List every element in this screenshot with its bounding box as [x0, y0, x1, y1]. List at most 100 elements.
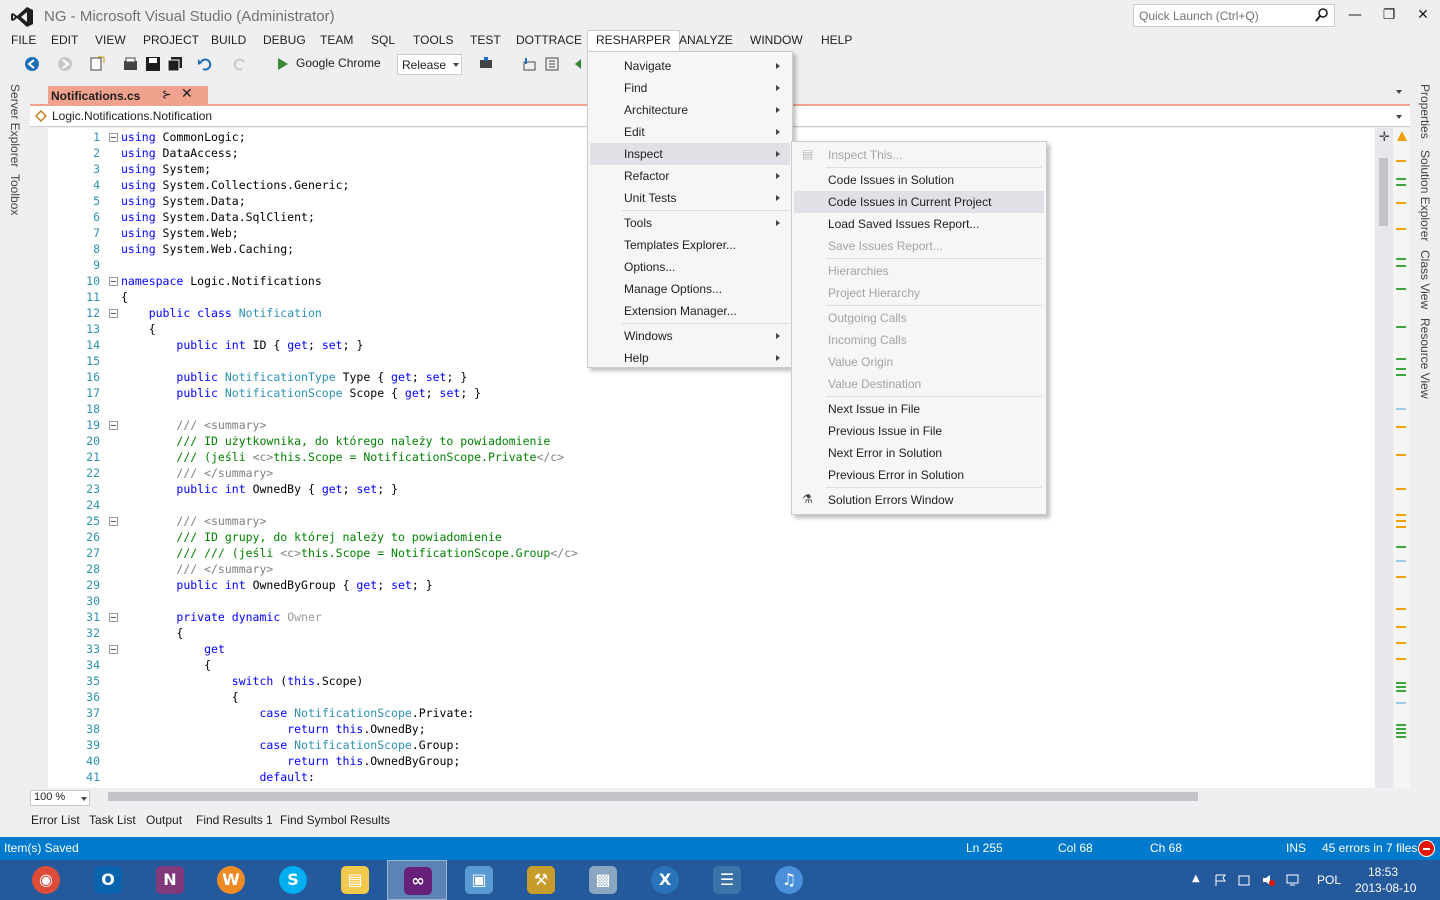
menu-resharper[interactable]: RESHARPER [587, 30, 680, 51]
search-icon[interactable] [1314, 7, 1330, 23]
attach-process-icon[interactable] [478, 56, 494, 72]
issue-marker[interactable] [1396, 514, 1406, 516]
tab-find-results[interactable]: Find Results 1 [196, 813, 273, 827]
code-line[interactable]: return this.OwnedByGroup; [121, 754, 460, 768]
code-line[interactable]: using System.Collections.Generic; [121, 178, 350, 192]
issue-marker[interactable] [1396, 520, 1406, 522]
close-icon[interactable]: ✕ [1410, 4, 1436, 26]
save-icon[interactable] [145, 56, 161, 72]
issue-marker[interactable] [1396, 202, 1406, 204]
itunes-icon[interactable]: ♫ [759, 860, 819, 900]
code-line[interactable]: namespace Logic.Notifications [121, 274, 322, 288]
code-line[interactable]: { [121, 626, 183, 640]
solution-configuration-select[interactable]: Release [397, 54, 462, 75]
menu-file[interactable]: FILE [3, 30, 44, 51]
code-line[interactable]: using System; [121, 162, 211, 176]
open-file-icon[interactable] [123, 56, 139, 72]
redo-icon[interactable] [232, 56, 248, 72]
resharper-menu-item-windows[interactable]: Windows [590, 325, 790, 347]
tab-overflow-icon[interactable] [1396, 90, 1402, 94]
code-line[interactable]: get [121, 642, 225, 656]
error-stripe-bar[interactable] [1393, 128, 1410, 788]
issue-marker[interactable] [1396, 724, 1406, 726]
code-line[interactable]: using System.Web.Caching; [121, 242, 294, 256]
issue-marker[interactable] [1396, 736, 1406, 738]
resharper-menu-item-unit-tests[interactable]: Unit Tests [590, 187, 790, 209]
inspect-menu-item-next-error-in-solution[interactable]: Next Error in Solution [794, 442, 1044, 464]
collapse-outline-icon[interactable] [109, 517, 118, 526]
issue-marker[interactable] [1396, 228, 1406, 230]
resharper-menu-item-refactor[interactable]: Refactor [590, 165, 790, 187]
code-line[interactable]: /// </summary> [121, 466, 273, 480]
tab-output[interactable]: Output [146, 813, 182, 827]
issue-marker[interactable] [1396, 374, 1406, 376]
code-line[interactable]: public NotificationType Type { get; set;… [121, 370, 467, 384]
inspect-menu-item-code-issues-in-current-project[interactable]: Code Issues in Current Project [794, 191, 1044, 213]
undo-icon[interactable] [197, 56, 213, 72]
resharper-menu-item-find[interactable]: Find [590, 77, 790, 99]
tab-task-list[interactable]: Task List [89, 813, 136, 827]
chrome-icon[interactable]: ◉ [16, 860, 76, 900]
issue-marker[interactable] [1396, 408, 1406, 410]
inspect-menu-item-load-saved-issues-report[interactable]: Load Saved Issues Report... [794, 213, 1044, 235]
issue-marker[interactable] [1396, 426, 1406, 428]
code-line[interactable]: /// ID użytkownika, do którego należy to… [121, 434, 550, 448]
menu-edit[interactable]: EDIT [43, 30, 86, 51]
code-line[interactable]: public NotificationScope Scope { get; se… [121, 386, 481, 400]
code-line[interactable]: using CommonLogic; [121, 130, 246, 144]
resharper-menu-item-inspect[interactable]: Inspect [590, 143, 790, 165]
code-line[interactable]: public int OwnedByGroup { get; set; } [121, 578, 432, 592]
issue-marker[interactable] [1396, 454, 1406, 456]
tools-icon[interactable]: ⚒ [511, 860, 571, 900]
issue-marker[interactable] [1396, 488, 1406, 490]
issue-marker[interactable] [1396, 686, 1406, 688]
issue-marker[interactable] [1396, 184, 1406, 186]
issue-marker[interactable] [1396, 658, 1406, 660]
menu-build[interactable]: BUILD [203, 30, 254, 51]
clock-date[interactable]: 2013-08-10 [1355, 881, 1416, 895]
volume-muted-icon[interactable] [1262, 874, 1275, 886]
tray-expand-icon[interactable]: ▲ [1192, 873, 1200, 884]
inspect-menu-item-previous-error-in-solution[interactable]: Previous Error in Solution [794, 464, 1044, 486]
issue-marker[interactable] [1396, 642, 1406, 644]
code-line[interactable]: public int OwnedBy { get; set; } [121, 482, 398, 496]
xamarin-icon[interactable]: X [635, 860, 695, 900]
resharper-menu-item-architecture[interactable]: Architecture [590, 99, 790, 121]
onenote-icon[interactable]: N [140, 860, 200, 900]
collapse-outline-icon[interactable] [109, 133, 118, 142]
menu-team[interactable]: TEAM [312, 30, 361, 51]
inspect-menu-item-solution-errors-window[interactable]: ⚗ Solution Errors Window [794, 489, 1044, 511]
inspect-menu-item-previous-issue-in-file[interactable]: Previous Issue in File [794, 420, 1044, 442]
issue-marker[interactable] [1396, 258, 1406, 260]
code-line[interactable]: public class Notification [121, 306, 322, 320]
issue-marker[interactable] [1396, 265, 1406, 267]
minimize-icon[interactable]: — [1342, 4, 1368, 26]
collapse-outline-icon[interactable] [109, 421, 118, 430]
menu-project[interactable]: PROJECT [135, 30, 207, 51]
code-line[interactable]: default: [121, 770, 314, 784]
pin-icon[interactable]: ⊱ [162, 88, 171, 101]
server-explorer-tab[interactable]: Server Explorer [8, 84, 22, 167]
menu-tools[interactable]: TOOLS [405, 30, 461, 51]
code-line[interactable]: using System.Data; [121, 194, 246, 208]
file-explorer-icon[interactable]: ▤ [325, 860, 385, 900]
issue-marker[interactable] [1396, 702, 1406, 704]
menu-test[interactable]: TEST [462, 30, 509, 51]
code-line[interactable]: /// <summary> [121, 418, 266, 432]
navigate-back-icon[interactable] [24, 56, 40, 72]
issue-marker[interactable] [1396, 608, 1406, 610]
resharper-menu-item-templates-explorer[interactable]: Templates Explorer... [590, 234, 790, 256]
document-tab-notifications[interactable]: Notifications.cs ⊱ ✕ [48, 86, 208, 106]
issue-marker[interactable] [1396, 728, 1406, 730]
tab-error-list[interactable]: Error List [31, 813, 80, 827]
menu-view[interactable]: VIEW [87, 30, 134, 51]
horizontal-scrollbar-thumb[interactable] [108, 792, 1198, 801]
save-all-icon[interactable] [167, 56, 183, 72]
issue-marker[interactable] [1396, 560, 1406, 562]
action-center-flag-icon[interactable] [1214, 874, 1227, 886]
code-line[interactable]: using System.Web; [121, 226, 239, 240]
resharper-menu-item-manage-options[interactable]: Manage Options... [590, 278, 790, 300]
code-line[interactable]: case NotificationScope.Group: [121, 738, 460, 752]
code-line[interactable]: switch (this.Scope) [121, 674, 364, 688]
resharper-menu-item-tools[interactable]: Tools [590, 212, 790, 234]
